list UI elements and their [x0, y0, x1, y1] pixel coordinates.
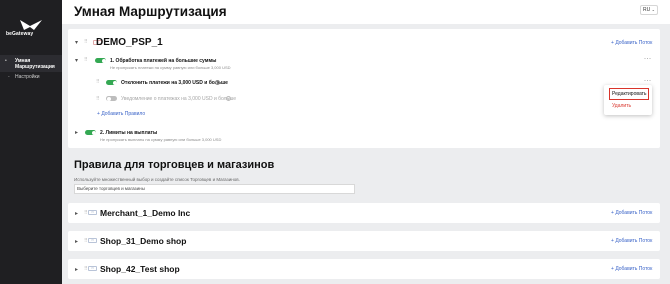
- shop-tag-icon: ▭: [88, 266, 97, 271]
- more-options-icon[interactable]: ···: [644, 78, 652, 84]
- action-text: Отклонить платежи на 3,000 USD и больше: [121, 80, 228, 86]
- add-flow-button[interactable]: + Добавить Поток: [611, 40, 652, 46]
- grip-icon[interactable]: ⠿: [96, 79, 100, 85]
- grip-icon[interactable]: ⠿: [96, 96, 100, 102]
- add-flow-label: Добавить Поток: [615, 238, 653, 244]
- sidebar: beGateway • Умная Маршрутизация - Настро…: [0, 0, 62, 284]
- action-toggle[interactable]: [106, 96, 117, 101]
- context-menu: Редактировать Удалить: [604, 85, 652, 115]
- chevron-down-icon[interactable]: ▾: [75, 39, 78, 46]
- grip-icon[interactable]: ⠿: [84, 57, 88, 63]
- chevron-down-icon: ⌄: [651, 7, 655, 12]
- plus-icon: +: [611, 266, 614, 272]
- plus-icon: +: [611, 40, 614, 46]
- merchant-card: ▸ ⠿ ▭ Merchant_1_Demo Inc + Добавить Пот…: [68, 203, 660, 223]
- chevron-right-icon[interactable]: ▸: [75, 129, 78, 136]
- psp-title: DEMO_PSP_1: [96, 37, 163, 48]
- sidebar-item-label: Умная Маршрутизация: [15, 58, 55, 70]
- shop-tag-icon: ▭: [88, 238, 97, 243]
- rule-description: Не пропускать платежи на сумму равную ил…: [110, 65, 231, 70]
- rule-toggle[interactable]: [85, 130, 96, 135]
- grip-icon[interactable]: ⠿: [84, 39, 88, 45]
- chevron-right-icon[interactable]: ▸: [75, 238, 78, 245]
- psp-card: ▾ ⠿ ▭ DEMO_PSP_1 + Добавить Поток ▾ ⠿ 1.…: [68, 29, 660, 148]
- sidebar-item-label: Настройки: [15, 74, 40, 80]
- info-icon[interactable]: i: [226, 96, 231, 101]
- add-flow-label: Добавить Поток: [615, 40, 653, 46]
- add-rule-label: Добавить Правило: [101, 111, 146, 117]
- section-help: Используйте множественный выбор и создай…: [74, 177, 240, 182]
- bullet-icon: •: [5, 58, 7, 64]
- begateway-logo-icon: [20, 20, 42, 30]
- label-line2: Маршрутизация: [15, 64, 55, 70]
- action-text: Уведомление о платежах на 3,000 USD и бо…: [121, 96, 236, 102]
- info-icon[interactable]: i: [215, 80, 220, 85]
- action-toggle[interactable]: [106, 80, 117, 85]
- header: Умная Маршрутизация RU ⌄: [62, 0, 670, 24]
- merchant-card: ▸ ⠿ ▭ Shop_42_Test shop + Добавить Поток: [68, 259, 660, 279]
- plus-icon: +: [611, 238, 614, 244]
- brand-name: beGateway: [6, 31, 34, 37]
- add-flow-button[interactable]: + Добавить Поток: [611, 210, 652, 216]
- merchant-select[interactable]: Выберите торговцев и магазины: [74, 184, 355, 194]
- plus-icon: +: [97, 111, 100, 117]
- merchant-title: Shop_42_Test shop: [100, 264, 180, 274]
- rule-description: Не пропускать выплаты на сумму равную ил…: [100, 137, 222, 142]
- app-root: beGateway • Умная Маршрутизация - Настро…: [0, 0, 670, 284]
- chevron-down-icon[interactable]: ▾: [75, 57, 78, 64]
- merchant-card: ▸ ⠿ ▭ Shop_31_Demo shop + Добавить Поток: [68, 231, 660, 251]
- rule-title: 1. Обработка платежей на большие суммы: [110, 58, 217, 64]
- add-rule-button[interactable]: + Добавить Правило: [97, 111, 145, 117]
- chevron-right-icon[interactable]: ▸: [75, 210, 78, 217]
- delete-menu-item[interactable]: Удалить: [612, 103, 631, 109]
- sidebar-item-settings[interactable]: - Настройки: [0, 74, 62, 82]
- add-flow-button[interactable]: + Добавить Поток: [611, 238, 652, 244]
- language-select[interactable]: RU ⌄: [640, 5, 658, 15]
- merchant-tag-icon: ▭: [88, 210, 97, 215]
- plus-icon: +: [611, 210, 614, 216]
- more-options-icon[interactable]: ···: [644, 56, 652, 62]
- language-value: RU: [643, 7, 651, 13]
- rule-toggle[interactable]: [95, 58, 106, 63]
- sidebar-item-smart-routing[interactable]: • Умная Маршрутизация: [0, 55, 62, 72]
- section-title: Правила для торговцев и магазинов: [74, 159, 275, 171]
- merchant-title: Shop_31_Demo shop: [100, 236, 187, 246]
- merchant-title: Merchant_1_Demo Inc: [100, 208, 191, 218]
- add-flow-label: Добавить Поток: [615, 210, 653, 216]
- edit-menu-item[interactable]: Редактировать: [609, 88, 649, 100]
- rule-title: 2. Лимиты на выплаты: [100, 130, 158, 136]
- add-flow-button[interactable]: + Добавить Поток: [611, 266, 652, 272]
- page-title: Умная Маршрутизация: [74, 4, 227, 19]
- chevron-right-icon[interactable]: ▸: [75, 266, 78, 273]
- dash-icon: -: [8, 74, 10, 80]
- add-flow-label: Добавить Поток: [615, 266, 653, 272]
